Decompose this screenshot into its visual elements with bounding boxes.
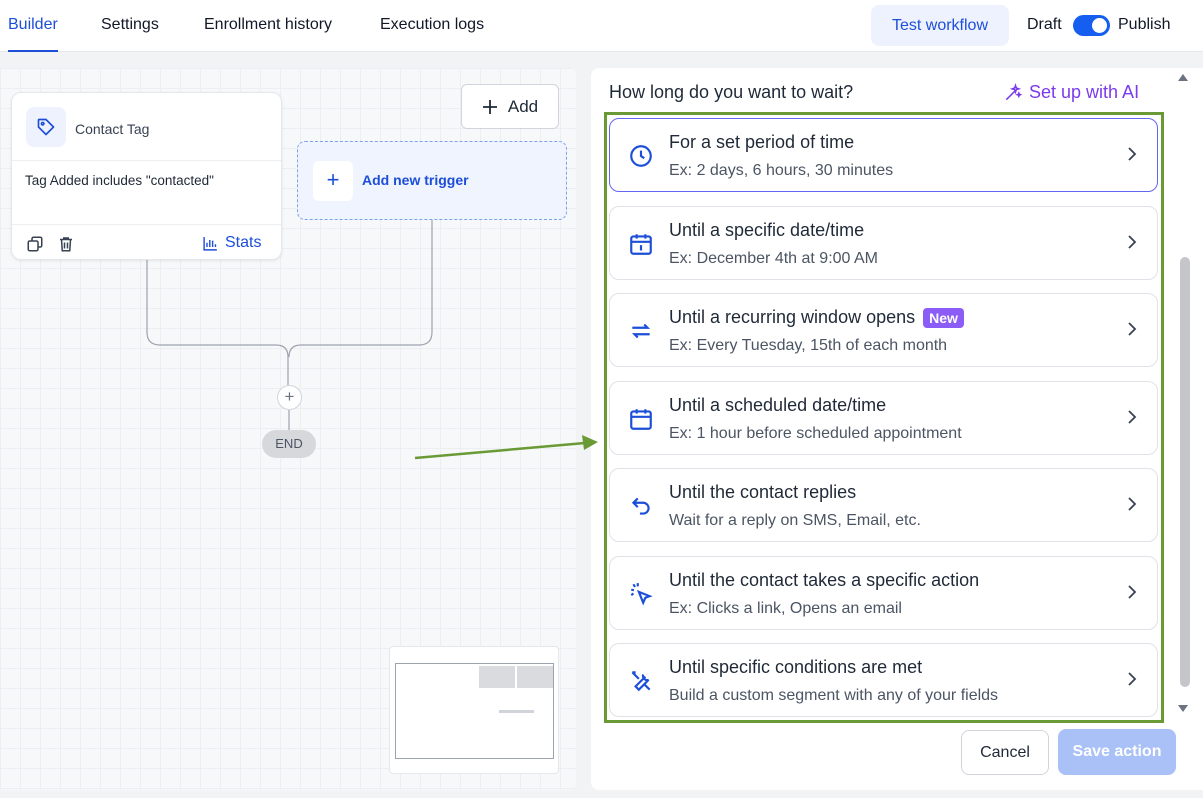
option-subtitle: Ex: 1 hour before scheduled appointment [669, 425, 962, 442]
tab-enrollment-history[interactable]: Enrollment history [204, 0, 332, 52]
save-action-button[interactable]: Save action [1058, 729, 1176, 775]
stats-label: Stats [225, 234, 262, 251]
option-recurring-window[interactable]: Until a recurring window opens New Ex: Ev… [609, 293, 1158, 367]
plus-icon: + [313, 161, 353, 201]
option-conditions-met[interactable]: Until specific conditions are met Build … [609, 643, 1158, 717]
plus-icon [482, 99, 497, 114]
chevron-right-icon [1128, 585, 1137, 599]
clock-icon [630, 145, 652, 167]
tab-builder[interactable]: Builder [8, 0, 58, 52]
trash-icon[interactable] [57, 235, 75, 258]
option-specific-action[interactable]: Until the contact takes a specific actio… [609, 556, 1158, 630]
chevron-right-icon [1128, 497, 1137, 511]
scroll-down-arrow[interactable] [1177, 704, 1189, 714]
tab-execution-logs[interactable]: Execution logs [380, 0, 484, 52]
chevron-right-icon [1128, 147, 1137, 161]
cursor-click-icon [630, 583, 653, 606]
workflow-canvas[interactable]: Contact Tag Tag Added includes "contacte… [0, 68, 576, 790]
option-title: Until a scheduled date/time [669, 395, 887, 415]
minimap-block [517, 666, 553, 688]
add-button[interactable]: Add [461, 84, 559, 129]
stats-button[interactable]: Stats [202, 234, 261, 252]
trigger-card[interactable]: Contact Tag Tag Added includes "contacte… [11, 92, 282, 260]
panel-question: How long do you want to wait? [609, 82, 854, 102]
minimap-line [499, 710, 534, 713]
option-contact-replies[interactable]: Until the contact replies Wait for a rep… [609, 468, 1158, 542]
end-node: END [262, 430, 316, 458]
option-title: For a set period of time [669, 132, 855, 152]
option-title: Until the contact replies [669, 482, 857, 502]
option-subtitle: Build a custom segment with any of your … [669, 687, 999, 704]
sparkle-wand-icon [1005, 82, 1023, 100]
test-workflow-button[interactable]: Test workflow [871, 5, 1009, 46]
publish-toggle[interactable] [1073, 15, 1110, 36]
trigger-title: Contact Tag [75, 121, 150, 137]
divider [12, 224, 281, 225]
ai-label: Set up with AI [1029, 82, 1140, 102]
option-title: Until specific conditions are met [669, 657, 923, 677]
toggle-knob [1092, 18, 1107, 33]
top-nav: Builder Settings Enrollment history Exec… [0, 0, 1203, 52]
add-new-trigger-button[interactable]: + Add new trigger [297, 141, 567, 220]
chevron-right-icon [1128, 410, 1137, 424]
cancel-button[interactable]: Cancel [961, 730, 1049, 775]
calendar-day-icon [630, 234, 652, 255]
add-label: Add [507, 96, 539, 116]
bar-chart-icon [203, 236, 217, 251]
draft-label: Draft [1027, 16, 1062, 33]
tools-icon [631, 671, 651, 692]
reply-icon [631, 497, 650, 515]
scrollbar-thumb[interactable] [1180, 257, 1190, 687]
repeat-icon [631, 323, 651, 339]
option-title: Until the contact takes a specific actio… [669, 570, 980, 590]
chevron-right-icon [1128, 322, 1137, 336]
minimap[interactable] [389, 646, 559, 774]
wait-options-panel: How long do you want to wait? Set up wit… [591, 68, 1203, 790]
set-up-with-ai-button[interactable]: Set up with AI [1003, 82, 1139, 103]
scroll-up-arrow[interactable] [1177, 72, 1189, 82]
calendar-icon [630, 409, 652, 430]
option-subtitle: Ex: 2 days, 6 hours, 30 minutes [669, 162, 894, 179]
tag-icon [26, 107, 66, 147]
new-badge: New [923, 307, 964, 328]
option-subtitle: Ex: Clicks a link, Opens an email [669, 600, 902, 617]
divider [12, 160, 281, 161]
option-set-period[interactable]: For a set period of time Ex: 2 days, 6 h… [609, 118, 1158, 192]
tab-settings[interactable]: Settings [101, 0, 159, 52]
option-title: Until a specific date/time [669, 220, 865, 240]
option-subtitle: Ex: December 4th at 9:00 AM [669, 250, 878, 267]
option-specific-date[interactable]: Until a specific date/time Ex: December … [609, 206, 1158, 280]
chevron-right-icon [1128, 235, 1137, 249]
publish-label: Publish [1118, 16, 1171, 33]
trigger-description: Tag Added includes "contacted" [25, 173, 214, 188]
minimap-block [479, 666, 515, 688]
option-scheduled-date[interactable]: Until a scheduled date/time Ex: 1 hour b… [609, 381, 1158, 455]
chevron-right-icon [1128, 672, 1137, 686]
copy-icon[interactable] [26, 235, 44, 258]
option-subtitle: Wait for a reply on SMS, Email, etc. [669, 512, 921, 529]
option-title: Until a recurring window opens New [669, 307, 964, 328]
option-subtitle: Ex: Every Tuesday, 15th of each month [669, 337, 948, 354]
add-step-button[interactable]: + [277, 385, 302, 410]
add-trigger-label: Add new trigger [362, 172, 469, 188]
